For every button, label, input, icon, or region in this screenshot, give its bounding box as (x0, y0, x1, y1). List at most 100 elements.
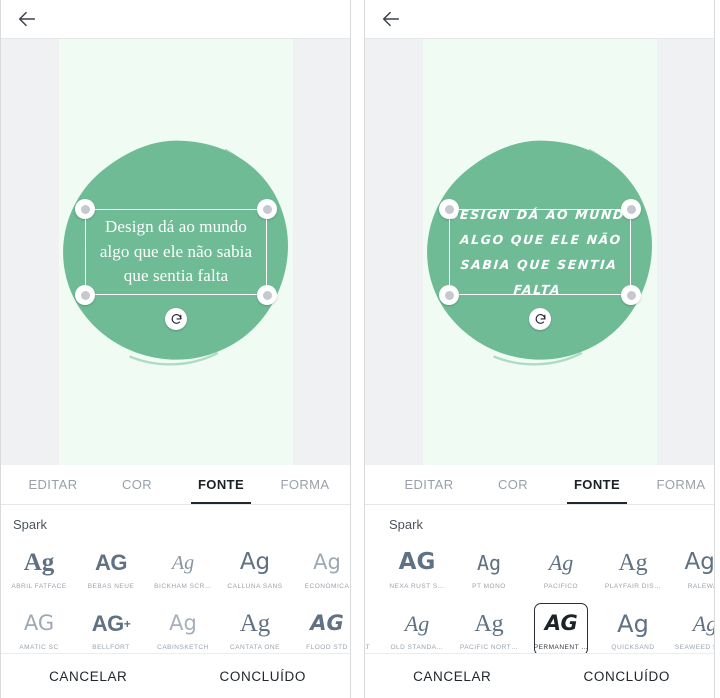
selection-frame (85, 209, 267, 295)
font-preview-glyph: Ag (548, 549, 574, 575)
app-bar-right (365, 0, 714, 39)
editor-canvas-left[interactable]: Design dá ao mundo algo que ele não sabi… (1, 39, 350, 465)
text-selection-left[interactable]: Design dá ao mundo algo que ele não sabi… (75, 199, 277, 330)
back-arrow-icon[interactable] (16, 8, 38, 30)
font-tile[interactable]: Ag PT MONO (453, 538, 525, 599)
editor-tabs-right[interactable]: EDITAR COR FONTE FORMA EFEITO (365, 465, 714, 505)
font-tile[interactable]: Ag CANTATA ONE (219, 599, 291, 653)
font-preview-glyph: AG + (91, 610, 131, 636)
font-tile[interactable]: Ag QUICKSAND (597, 599, 669, 653)
done-button[interactable]: CONCLUÍDO (540, 669, 715, 684)
font-tile[interactable]: Ag ABRIL FATFACE (3, 538, 75, 599)
font-preview-glyph: Ag (692, 610, 714, 636)
font-tile[interactable]: Ag CABINSKETCH (147, 599, 219, 653)
font-tile[interactable]: AG NEXA RUST S… (381, 538, 453, 599)
tab-forma[interactable]: FORMA (639, 465, 714, 504)
tab-fonte[interactable]: FONTE (555, 465, 639, 504)
tab-forma[interactable]: FORMA (263, 465, 347, 504)
font-tile[interactable]: AG + BELLFORT (75, 599, 147, 653)
font-tile-label: QUICKSAND (611, 643, 655, 651)
font-tile[interactable]: Ag CALLUNA SANS (219, 538, 291, 599)
font-tile[interactable]: Ag+ RALEWAY (669, 538, 714, 599)
font-tile-label: CABINSKETCH (157, 643, 209, 651)
font-preview-glyph: Ag (618, 549, 648, 576)
font-preview-glyph: Ag (239, 549, 271, 575)
font-tile[interactable]: AG BEBAS NEUE (75, 538, 147, 599)
back-arrow-icon[interactable] (380, 8, 402, 30)
rotate-icon[interactable] (165, 308, 187, 330)
font-grid-clip-left[interactable]: Ag ABRIL FATFACE AG BEBAS NEUE Ag BICKHAM SCR… (1, 538, 350, 653)
font-tile-label: CANTATA ONE (230, 643, 280, 651)
font-tile-label: ABRIL FATFACE (11, 582, 67, 590)
resize-handle-top-left[interactable] (439, 199, 459, 219)
font-tile-label: CALLUNA SANS (227, 582, 283, 590)
font-tile-label: PACIFIC NORT… (459, 643, 519, 651)
app-bar-left (1, 0, 350, 39)
font-grid-left[interactable]: Ag ABRIL FATFACE AG BEBAS NEUE Ag BICKHAM SCR… (3, 538, 350, 653)
font-tile[interactable]: Ag PACIFIC NORT… (453, 599, 525, 653)
font-preview-glyph: Ag (23, 549, 55, 576)
font-tile-label: MONTSERRAT (365, 643, 371, 651)
font-tile[interactable]: Ag PACIFICO (525, 538, 597, 599)
font-preview-glyph: Ag (239, 610, 271, 637)
font-tile[interactable]: Ag OLD STANDA… (381, 599, 453, 653)
font-tile-label: RALEWAY (687, 582, 714, 590)
resize-handle-bottom-right[interactable] (621, 285, 641, 305)
font-tile[interactable]: Ag SEAWEED SCR… (669, 599, 714, 653)
tab-editar[interactable]: EDITAR (387, 465, 471, 504)
font-preview-glyph: Ag (617, 609, 649, 638)
font-tile-label: NEXA RUST S… (389, 582, 445, 590)
screenshot-stage: Design dá ao mundo algo que ele não sabi… (0, 0, 720, 698)
resize-handle-top-left[interactable] (75, 199, 95, 219)
resize-handle-bottom-left[interactable] (75, 285, 95, 305)
font-tile-label: ECONOMICA (304, 582, 350, 590)
tab-cor[interactable]: COR (95, 465, 179, 504)
phone-panel-left: Design dá ao mundo algo que ele não sabi… (0, 0, 351, 698)
font-tile[interactable]: AgMONTSERRAT (365, 599, 381, 653)
font-preview-glyph: AG (23, 611, 55, 635)
font-preview-glyph: Ag (474, 610, 504, 637)
font-tile[interactable]: AG FLOOD STD (291, 599, 350, 653)
rotate-icon[interactable] (529, 308, 551, 330)
resize-handle-bottom-left[interactable] (439, 285, 459, 305)
done-button[interactable]: CONCLUÍDO (176, 669, 351, 684)
phone-panel-right: Design dá ao mundo algo que ele não sabi… (364, 0, 715, 698)
artboard-left[interactable]: Design dá ao mundo algo que ele não sabi… (59, 39, 293, 465)
text-selection-right[interactable]: Design dá ao mundo algo que ele não sabi… (439, 199, 641, 330)
tab-efeito[interactable]: EFEITO (347, 465, 350, 504)
font-tile-label: FLOOD STD (306, 643, 348, 651)
tab-editar[interactable]: EDITAR (11, 465, 95, 504)
tab-cor[interactable]: COR (471, 465, 555, 504)
font-family-label-left: Spark (13, 517, 47, 532)
resize-handle-bottom-right[interactable] (257, 285, 277, 305)
font-chooser-left: Spark Ag ABRIL FATFACE AG BEBAS NEUE Ag BICKH… (1, 505, 350, 653)
font-tile[interactable]: AGMONOTON (365, 538, 381, 599)
font-tile[interactable]: Ag ECONOMICA (291, 538, 350, 599)
font-tile-label: BEBAS NEUE (87, 582, 135, 590)
font-tile-label: PACIFICO (543, 582, 579, 590)
editor-canvas-right[interactable]: Design dá ao mundo algo que ele não sabi… (365, 39, 714, 465)
font-tile[interactable]: Ag PLAYFAIR DIS… (597, 538, 669, 599)
font-family-label-right: Spark (389, 517, 423, 532)
font-preview-glyph: AG (310, 611, 344, 635)
selection-frame (449, 209, 631, 295)
font-tile-label: OLD STANDA… (390, 643, 444, 651)
artboard-right[interactable]: Design dá ao mundo algo que ele não sabi… (423, 39, 657, 465)
resize-handle-top-right[interactable] (621, 199, 641, 219)
font-preview-glyph: Ag (313, 550, 341, 574)
font-tile[interactable]: AG PERMANENT … (525, 599, 597, 653)
cancel-button[interactable]: CANCELAR (1, 669, 176, 684)
font-grid-right[interactable]: g…AAGMONOTONAGNEXA RUST S…AgPT MONOAgPAC… (365, 538, 714, 653)
font-grid-clip-right[interactable]: g…AAGMONOTONAGNEXA RUST S…AgPT MONOAgPAC… (365, 538, 714, 653)
editor-tabs-left[interactable]: EDITAR COR FONTE FORMA EFEITO (1, 465, 350, 505)
tab-fonte[interactable]: FONTE (179, 465, 263, 504)
font-tile[interactable]: AG AMATIC SC (3, 599, 75, 653)
font-tile-label: BICKHAM SCR… (154, 582, 212, 590)
resize-handle-top-right[interactable] (257, 199, 277, 219)
font-preview-glyph: Ag (476, 550, 502, 575)
cancel-button[interactable]: CANCELAR (365, 669, 540, 684)
font-tile-selection-box (534, 603, 588, 653)
font-preview-glyph: Ag (169, 611, 197, 635)
font-chooser-right: Spark g…AAGMONOTONAGNEXA RUST S…AgPT MON… (365, 505, 714, 653)
font-tile[interactable]: Ag BICKHAM SCR… (147, 538, 219, 599)
